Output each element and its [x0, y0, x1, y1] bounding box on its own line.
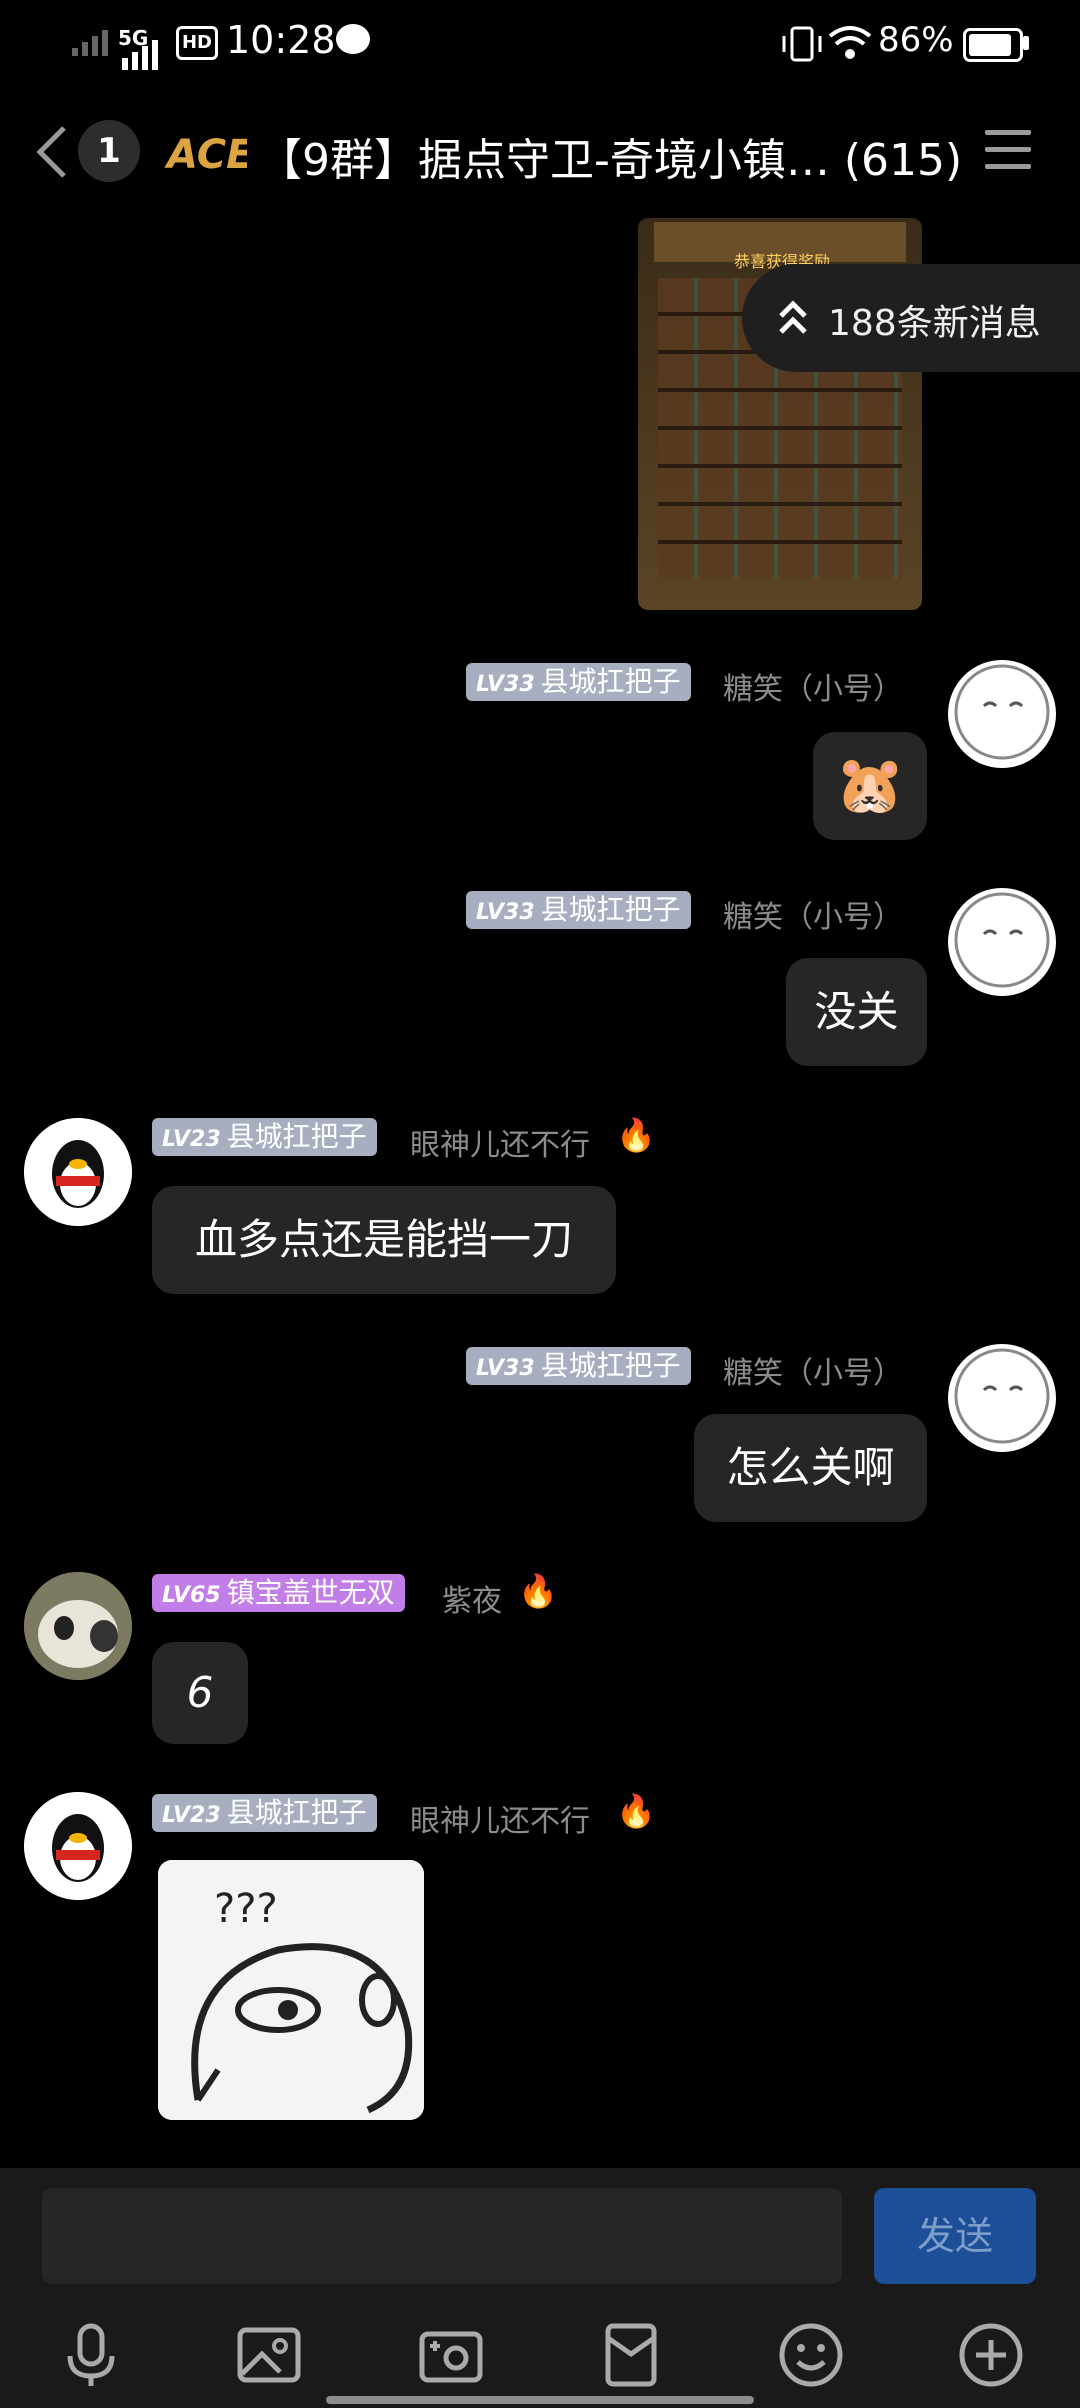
panda-photo-icon [24, 1572, 132, 1680]
signal-strong-icon [122, 40, 158, 70]
avatar[interactable] [24, 1572, 132, 1680]
level-tag: LV33 县城扛把子 [466, 1347, 691, 1385]
unread-badge[interactable]: 1 [78, 120, 140, 182]
plus-icon[interactable] [956, 2320, 1026, 2390]
mic-icon[interactable] [56, 2320, 126, 2390]
chat-title[interactable]: 【9群】据点守卫-奇境小镇… (615) [258, 124, 964, 188]
hd-badge: HD [176, 26, 218, 60]
level-tag: LV33 县城扛把子 [466, 663, 691, 701]
status-time: 10:28 [226, 18, 336, 62]
vibrate-icon [782, 26, 822, 62]
image-icon[interactable] [234, 2320, 304, 2390]
nickname[interactable]: 糖笑（小号） [723, 1348, 903, 1392]
hamster-emoji: 🐹 [835, 753, 905, 818]
sketch-face-icon [954, 664, 1050, 760]
avatar[interactable] [24, 1118, 132, 1226]
sticker-image[interactable]: ??? [158, 1860, 424, 2120]
menu-icon[interactable] [985, 130, 1031, 174]
text-message-bubble[interactable]: 6 [152, 1642, 248, 1744]
logo-text: ACE [164, 132, 247, 178]
fire-icon: 🔥 [616, 1116, 656, 1154]
title-label: 镇宝盖世无双 [226, 1576, 395, 1609]
avatar[interactable] [948, 1344, 1056, 1452]
emoji-icon[interactable] [776, 2320, 846, 2390]
level-tag: LV33 县城扛把子 [466, 891, 691, 929]
send-button[interactable]: 发送 [874, 2188, 1036, 2284]
level-label: LV23 [162, 1803, 221, 1828]
fire-icon: 🔥 [518, 1572, 558, 1610]
qq-penguin-icon [24, 1792, 132, 1900]
level-tag: LV65 镇宝盖世无双 [152, 1574, 405, 1612]
confused-face-sticker: ??? [158, 1860, 424, 2120]
title-label: 县城扛把子 [540, 893, 681, 926]
sticker-question-marks: ??? [214, 1886, 278, 1932]
red-packet-icon[interactable] [596, 2320, 666, 2390]
title-label: 县城扛把子 [226, 1120, 367, 1153]
nickname[interactable]: 紫夜 [442, 1576, 502, 1620]
signal-icon [72, 30, 108, 56]
nickname[interactable]: 眼神儿还不行 [410, 1120, 590, 1164]
fire-icon: 🔥 [616, 1792, 656, 1830]
level-label: LV33 [476, 672, 535, 697]
emoji-message-bubble[interactable]: 🐹 [813, 732, 927, 840]
sketch-face-icon [954, 1348, 1050, 1444]
battery-tip [1023, 36, 1029, 50]
avatar[interactable] [24, 1792, 132, 1900]
title-label: 县城扛把子 [226, 1796, 367, 1829]
title-label: 县城扛把子 [540, 665, 681, 698]
wifi-icon [828, 26, 872, 59]
double-chevron-up-icon [779, 300, 807, 334]
level-label: LV33 [476, 1356, 535, 1381]
sketch-face-icon [954, 892, 1050, 988]
new-messages-label: 188条新消息 [828, 303, 1041, 344]
group-avatar-logo[interactable]: ACE [163, 120, 253, 182]
status-bar: 5G HD 10:28 86% [0, 0, 1080, 84]
message-notification-icon [336, 24, 370, 54]
battery-fill [969, 34, 1011, 56]
nickname[interactable]: 糖笑（小号） [723, 892, 903, 936]
battery-percent: 86% [878, 20, 954, 60]
home-indicator[interactable] [326, 2396, 754, 2404]
camera-icon[interactable] [416, 2320, 486, 2390]
level-label: LV23 [162, 1127, 221, 1152]
level-label: LV65 [162, 1583, 221, 1608]
text-message-bubble[interactable]: 血多点还是能挡一刀 [152, 1186, 616, 1294]
message-input[interactable] [42, 2188, 842, 2284]
nickname[interactable]: 眼神儿还不行 [410, 1796, 590, 1840]
text-message-bubble[interactable]: 没关 [786, 958, 927, 1066]
nickname[interactable]: 糖笑（小号） [723, 664, 903, 708]
back-icon[interactable] [30, 122, 74, 182]
avatar[interactable] [948, 888, 1056, 996]
qq-penguin-icon [24, 1118, 132, 1226]
title-label: 县城扛把子 [540, 1349, 681, 1382]
level-tag: LV23 县城扛把子 [152, 1794, 377, 1832]
level-tag: LV23 县城扛把子 [152, 1118, 377, 1156]
avatar[interactable] [948, 660, 1056, 768]
level-label: LV33 [476, 900, 535, 925]
text-message-bubble[interactable]: 怎么关啊 [694, 1414, 927, 1522]
